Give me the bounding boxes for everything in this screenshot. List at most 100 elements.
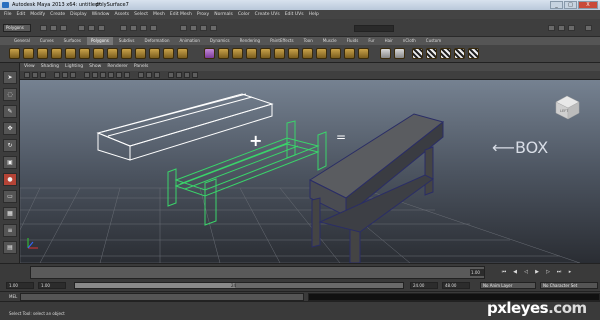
select-tool-icon[interactable]: ➤ — [3, 71, 17, 84]
poly-sphere-icon[interactable] — [9, 48, 20, 59]
spherical-map-icon[interactable] — [454, 48, 465, 59]
textured-icon[interactable] — [108, 72, 114, 78]
lasso-tool-icon[interactable]: ◌ — [3, 88, 17, 101]
menu-assets[interactable]: Assets — [114, 10, 129, 19]
camera-attributes-icon[interactable] — [24, 72, 30, 78]
film-gate-icon[interactable] — [62, 72, 68, 78]
menu-help[interactable]: Help — [309, 10, 319, 19]
extract-icon[interactable] — [149, 48, 160, 59]
step-back-icon[interactable]: ◀ — [511, 268, 519, 276]
menu-window[interactable]: Window — [92, 10, 110, 19]
anim-layer-dropdown[interactable]: No Anim Layer — [480, 282, 536, 289]
tab-curves[interactable]: Curves — [36, 37, 58, 45]
select-component-icon[interactable] — [98, 25, 105, 31]
playback-start-field[interactable]: 1.00 — [38, 282, 66, 289]
menu-file[interactable]: File — [4, 10, 12, 19]
save-scene-icon[interactable] — [60, 25, 67, 31]
render-settings-icon[interactable] — [210, 25, 217, 31]
attribute-editor-icon[interactable] — [548, 25, 555, 31]
isolate-select-icon[interactable] — [146, 72, 152, 78]
wedge-icon[interactable] — [330, 48, 341, 59]
bridge-icon[interactable] — [232, 48, 243, 59]
extrude-icon[interactable] — [218, 48, 229, 59]
view-cube[interactable]: LEFT — [555, 95, 580, 120]
merge-icon[interactable] — [316, 48, 327, 59]
grid-toggle-icon[interactable] — [54, 72, 60, 78]
rotate-tool-icon[interactable]: ↻ — [3, 139, 17, 152]
menu-modify[interactable]: Modify — [30, 10, 45, 19]
minimize-button[interactable]: _ — [550, 1, 563, 9]
smooth-icon[interactable] — [163, 48, 174, 59]
next-key-icon[interactable]: ▸ — [566, 268, 574, 276]
cylindrical-map-icon[interactable] — [440, 48, 451, 59]
xray-icon[interactable] — [138, 72, 144, 78]
panel-menu-panels[interactable]: Panels — [134, 63, 148, 71]
tool-settings-icon[interactable] — [558, 25, 565, 31]
playback-end-field[interactable]: 24.00 — [410, 282, 438, 289]
channel-box-icon[interactable] — [568, 25, 575, 31]
tab-fluids[interactable]: Fluids — [343, 37, 363, 45]
split-polygon-icon[interactable] — [260, 48, 271, 59]
tab-toon[interactable]: Toon — [300, 37, 317, 45]
tab-fur[interactable]: Fur — [364, 37, 378, 45]
panel-menu-lighting[interactable]: Lighting — [65, 63, 83, 71]
boolean-icon[interactable] — [204, 48, 215, 59]
sculpt-geometry-icon[interactable] — [380, 48, 391, 59]
bevel-icon[interactable] — [302, 48, 313, 59]
menu-set-dropdown[interactable]: Polygons — [3, 24, 31, 32]
reduce-icon[interactable] — [177, 48, 188, 59]
go-to-start-icon[interactable]: ⏮ — [500, 268, 508, 276]
tab-surfaces[interactable]: Surfaces — [60, 37, 85, 45]
tab-polygons[interactable]: Polygons — [86, 37, 113, 45]
layout-four-icon[interactable]: ▦ — [3, 207, 17, 220]
tab-ncloth[interactable]: nCloth — [399, 37, 420, 45]
start-time-field[interactable]: 1.00 — [6, 282, 34, 289]
menu-normals[interactable]: Normals — [214, 10, 233, 19]
poly-plane-icon[interactable] — [65, 48, 76, 59]
menu-proxy[interactable]: Proxy — [197, 10, 209, 19]
uv-editor-icon[interactable] — [468, 48, 479, 59]
tab-dynamics[interactable]: Dynamics — [206, 37, 234, 45]
render-icon[interactable] — [190, 25, 197, 31]
menu-select[interactable]: Select — [134, 10, 148, 19]
menu-edit[interactable]: Edit — [17, 10, 26, 19]
motion-blur-icon[interactable] — [176, 72, 182, 78]
range-slider[interactable]: 24 — [74, 282, 404, 289]
play-backward-icon[interactable]: ◁ — [522, 268, 530, 276]
box-wireframe-top[interactable] — [96, 93, 274, 161]
maximize-button[interactable]: □ — [564, 1, 577, 9]
menu-create-uvs[interactable]: Create UVs — [255, 10, 280, 19]
shadows-icon[interactable] — [124, 72, 130, 78]
uv-checker-icon[interactable] — [412, 48, 423, 59]
tab-hair[interactable]: Hair — [381, 37, 397, 45]
panel-menu-renderer[interactable]: Renderer — [107, 63, 128, 71]
offset-edge-loop-icon[interactable] — [288, 48, 299, 59]
tab-muscle[interactable]: Muscle — [319, 37, 341, 45]
tab-general[interactable]: General — [10, 37, 34, 45]
move-tool-icon[interactable]: ✥ — [3, 122, 17, 135]
tab-custom[interactable]: Custom — [422, 37, 445, 45]
tab-deformation[interactable]: Deformation — [141, 37, 174, 45]
smooth-shade-icon[interactable] — [92, 72, 98, 78]
auto-map-icon[interactable] — [426, 48, 437, 59]
menu-display[interactable]: Display — [70, 10, 87, 19]
poke-icon[interactable] — [344, 48, 355, 59]
snap-curve-icon[interactable] — [130, 25, 137, 31]
poly-cone-icon[interactable] — [51, 48, 62, 59]
select-hierarchy-icon[interactable] — [78, 25, 85, 31]
menu-color[interactable]: Color — [238, 10, 250, 19]
layout-single-icon[interactable]: ▭ — [3, 190, 17, 203]
combine-icon[interactable] — [121, 48, 132, 59]
lock-icon[interactable] — [585, 25, 592, 31]
close-button[interactable]: X — [578, 1, 598, 9]
open-scene-icon[interactable] — [50, 25, 57, 31]
planar-mapping-icon[interactable] — [394, 48, 405, 59]
separate-icon[interactable] — [135, 48, 146, 59]
tab-rendering[interactable]: Rendering — [236, 37, 264, 45]
ambient-occlusion-icon[interactable] — [168, 72, 174, 78]
play-forward-icon[interactable]: ▶ — [533, 268, 541, 276]
perspective-viewport[interactable]: View Shading Lighting Show Renderer Pane… — [20, 63, 600, 263]
append-polygon-icon[interactable] — [246, 48, 257, 59]
ipr-render-icon[interactable] — [200, 25, 207, 31]
box-shaded-result[interactable] — [308, 113, 445, 263]
